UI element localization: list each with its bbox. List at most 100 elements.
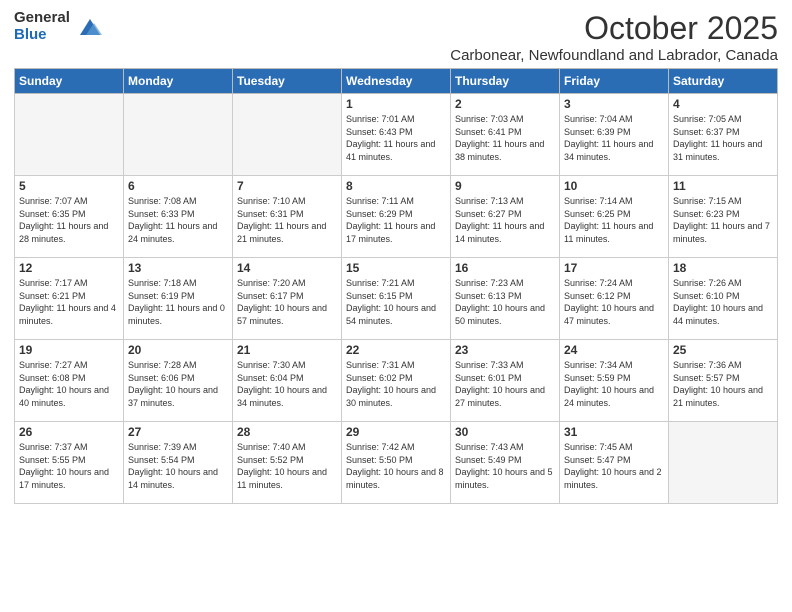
day-info: Sunrise: 7:17 AM Sunset: 6:21 PM Dayligh…	[19, 277, 119, 327]
logo-general: General	[14, 10, 70, 27]
table-row: 20 Sunrise: 7:28 AM Sunset: 6:06 PM Dayli…	[124, 340, 233, 422]
day-number: 11	[673, 179, 773, 193]
table-row: 27 Sunrise: 7:39 AM Sunset: 5:54 PM Dayli…	[124, 422, 233, 504]
col-monday: Monday	[124, 69, 233, 94]
day-number: 3	[564, 97, 664, 111]
table-row: 31Sunrise: 7:45 AM Sunset: 5:47 PM Dayli…	[560, 422, 669, 504]
day-number: 20	[128, 343, 228, 357]
day-number: 14	[237, 261, 337, 275]
table-row: 25 Sunrise: 7:36 AM Sunset: 5:57 PM Dayli…	[669, 340, 778, 422]
table-row: 21 Sunrise: 7:30 AM Sunset: 6:04 PM Dayli…	[233, 340, 342, 422]
day-number: 8	[346, 179, 446, 193]
day-number: 6	[128, 179, 228, 193]
table-row: 10 Sunrise: 7:14 AM Sunset: 6:25 PM Dayli…	[560, 176, 669, 258]
table-row: 3 Sunrise: 7:04 AM Sunset: 6:39 PM Daylig…	[560, 94, 669, 176]
day-info: Sunrise: 7:24 AM Sunset: 6:12 PM Dayligh…	[564, 277, 664, 327]
day-info: Sunrise: 7:15 AM Sunset: 6:23 PM Dayligh…	[673, 195, 773, 245]
calendar-week-row: 5Sunrise: 7:07 AM Sunset: 6:35 PM Daylig…	[15, 176, 778, 258]
calendar-table: Sunday Monday Tuesday Wednesday Thursday…	[14, 68, 778, 504]
table-row: 1 Sunrise: 7:01 AM Sunset: 6:43 PM Daylig…	[342, 94, 451, 176]
table-row: 28 Sunrise: 7:40 AM Sunset: 5:52 PM Dayli…	[233, 422, 342, 504]
table-row: 16 Sunrise: 7:23 AM Sunset: 6:13 PM Dayli…	[451, 258, 560, 340]
table-row: 22Sunrise: 7:31 AM Sunset: 6:02 PM Dayli…	[342, 340, 451, 422]
day-number: 2	[455, 97, 555, 111]
col-saturday: Saturday	[669, 69, 778, 94]
calendar-header-row: Sunday Monday Tuesday Wednesday Thursday…	[15, 69, 778, 94]
day-info: Sunrise: 7:03 AM Sunset: 6:41 PM Dayligh…	[455, 113, 555, 163]
logo-icon	[76, 13, 104, 41]
day-number: 19	[19, 343, 119, 357]
logo-text: General Blue	[14, 10, 70, 43]
day-info: Sunrise: 7:36 AM Sunset: 5:57 PM Dayligh…	[673, 359, 773, 409]
day-info: Sunrise: 7:11 AM Sunset: 6:29 PM Dayligh…	[346, 195, 446, 245]
col-wednesday: Wednesday	[342, 69, 451, 94]
table-row: 7 Sunrise: 7:10 AM Sunset: 6:31 PM Daylig…	[233, 176, 342, 258]
day-info: Sunrise: 7:27 AM Sunset: 6:08 PM Dayligh…	[19, 359, 119, 409]
table-row: 15Sunrise: 7:21 AM Sunset: 6:15 PM Dayli…	[342, 258, 451, 340]
day-info: Sunrise: 7:39 AM Sunset: 5:54 PM Dayligh…	[128, 441, 228, 491]
table-row: 17 Sunrise: 7:24 AM Sunset: 6:12 PM Dayli…	[560, 258, 669, 340]
day-number: 25	[673, 343, 773, 357]
day-info: Sunrise: 7:08 AM Sunset: 6:33 PM Dayligh…	[128, 195, 228, 245]
day-info: Sunrise: 7:40 AM Sunset: 5:52 PM Dayligh…	[237, 441, 337, 491]
day-number: 30	[455, 425, 555, 439]
title-block: October 2025 Carbonear, Newfoundland and…	[450, 10, 778, 64]
logo-blue: Blue	[14, 27, 70, 44]
col-thursday: Thursday	[451, 69, 560, 94]
header: General Blue October 2025 Carbonear, New…	[14, 10, 778, 64]
table-row: 13Sunrise: 7:18 AM Sunset: 6:19 PM Dayli…	[124, 258, 233, 340]
day-number: 21	[237, 343, 337, 357]
table-row	[124, 94, 233, 176]
day-info: Sunrise: 7:13 AM Sunset: 6:27 PM Dayligh…	[455, 195, 555, 245]
day-number: 7	[237, 179, 337, 193]
day-info: Sunrise: 7:07 AM Sunset: 6:35 PM Dayligh…	[19, 195, 119, 245]
day-number: 17	[564, 261, 664, 275]
day-info: Sunrise: 7:14 AM Sunset: 6:25 PM Dayligh…	[564, 195, 664, 245]
day-number: 31	[564, 425, 664, 439]
table-row: 29 Sunrise: 7:42 AM Sunset: 5:50 PM Dayli…	[342, 422, 451, 504]
calendar-week-row: 19 Sunrise: 7:27 AM Sunset: 6:08 PM Dayli…	[15, 340, 778, 422]
table-row: 12 Sunrise: 7:17 AM Sunset: 6:21 PM Dayli…	[15, 258, 124, 340]
logo: General Blue	[14, 10, 104, 43]
day-info: Sunrise: 7:01 AM Sunset: 6:43 PM Dayligh…	[346, 113, 446, 163]
col-friday: Friday	[560, 69, 669, 94]
day-number: 16	[455, 261, 555, 275]
day-info: Sunrise: 7:30 AM Sunset: 6:04 PM Dayligh…	[237, 359, 337, 409]
day-info: Sunrise: 7:28 AM Sunset: 6:06 PM Dayligh…	[128, 359, 228, 409]
table-row	[15, 94, 124, 176]
day-number: 28	[237, 425, 337, 439]
table-row: 26Sunrise: 7:37 AM Sunset: 5:55 PM Dayli…	[15, 422, 124, 504]
table-row: 24Sunrise: 7:34 AM Sunset: 5:59 PM Dayli…	[560, 340, 669, 422]
day-info: Sunrise: 7:18 AM Sunset: 6:19 PM Dayligh…	[128, 277, 228, 327]
table-row: 30Sunrise: 7:43 AM Sunset: 5:49 PM Dayli…	[451, 422, 560, 504]
day-info: Sunrise: 7:04 AM Sunset: 6:39 PM Dayligh…	[564, 113, 664, 163]
table-row: 5Sunrise: 7:07 AM Sunset: 6:35 PM Daylig…	[15, 176, 124, 258]
day-number: 12	[19, 261, 119, 275]
day-number: 29	[346, 425, 446, 439]
day-info: Sunrise: 7:26 AM Sunset: 6:10 PM Dayligh…	[673, 277, 773, 327]
table-row: 4Sunrise: 7:05 AM Sunset: 6:37 PM Daylig…	[669, 94, 778, 176]
day-number: 1	[346, 97, 446, 111]
day-number: 27	[128, 425, 228, 439]
day-info: Sunrise: 7:10 AM Sunset: 6:31 PM Dayligh…	[237, 195, 337, 245]
day-number: 18	[673, 261, 773, 275]
day-number: 4	[673, 97, 773, 111]
day-info: Sunrise: 7:42 AM Sunset: 5:50 PM Dayligh…	[346, 441, 446, 491]
calendar-week-row: 12 Sunrise: 7:17 AM Sunset: 6:21 PM Dayli…	[15, 258, 778, 340]
day-info: Sunrise: 7:33 AM Sunset: 6:01 PM Dayligh…	[455, 359, 555, 409]
day-info: Sunrise: 7:21 AM Sunset: 6:15 PM Dayligh…	[346, 277, 446, 327]
table-row: 6 Sunrise: 7:08 AM Sunset: 6:33 PM Daylig…	[124, 176, 233, 258]
table-row: 11 Sunrise: 7:15 AM Sunset: 6:23 PM Dayli…	[669, 176, 778, 258]
table-row: 14 Sunrise: 7:20 AM Sunset: 6:17 PM Dayli…	[233, 258, 342, 340]
month-title: October 2025	[450, 10, 778, 47]
table-row: 2 Sunrise: 7:03 AM Sunset: 6:41 PM Daylig…	[451, 94, 560, 176]
day-number: 23	[455, 343, 555, 357]
day-number: 10	[564, 179, 664, 193]
table-row: 19 Sunrise: 7:27 AM Sunset: 6:08 PM Dayli…	[15, 340, 124, 422]
day-info: Sunrise: 7:23 AM Sunset: 6:13 PM Dayligh…	[455, 277, 555, 327]
calendar-week-row: 1 Sunrise: 7:01 AM Sunset: 6:43 PM Daylig…	[15, 94, 778, 176]
day-number: 26	[19, 425, 119, 439]
calendar-week-row: 26Sunrise: 7:37 AM Sunset: 5:55 PM Dayli…	[15, 422, 778, 504]
day-info: Sunrise: 7:20 AM Sunset: 6:17 PM Dayligh…	[237, 277, 337, 327]
table-row: 23 Sunrise: 7:33 AM Sunset: 6:01 PM Dayli…	[451, 340, 560, 422]
